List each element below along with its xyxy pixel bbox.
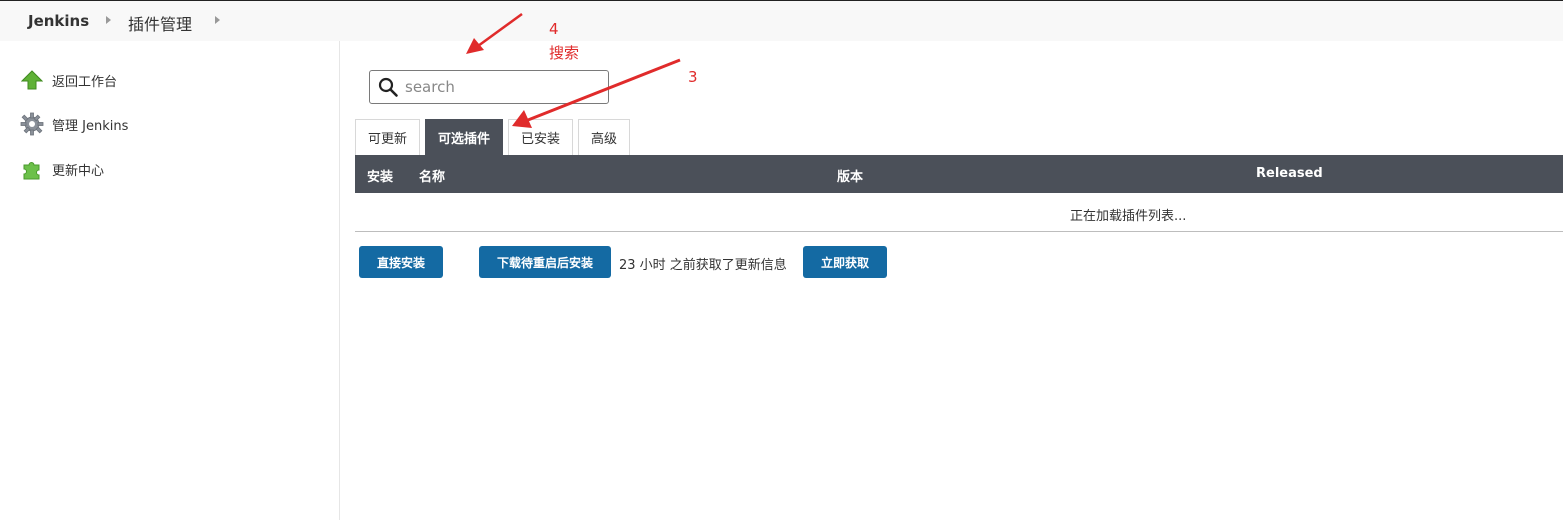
sidebar-item-update-center[interactable]: 更新中心 [20, 156, 104, 182]
breadcrumb-jenkins-link[interactable]: Jenkins [28, 12, 89, 30]
sidebar-item-label: 管理 Jenkins [52, 118, 129, 134]
tab-updates[interactable]: 可更新 [355, 119, 421, 155]
annotation-step-4-number: 4 [549, 20, 559, 38]
plugin-tabs: 可更新 可选插件 已安装 高级 [355, 119, 635, 155]
column-header-name[interactable]: 名称 [419, 166, 445, 185]
annotation-step-3-number: 3 [688, 68, 698, 86]
column-header-install[interactable]: 安装 [367, 166, 393, 185]
puzzle-icon [20, 157, 44, 181]
loading-message: 正在加载插件列表... [1070, 209, 1187, 224]
download-and-install-after-restart-button[interactable]: 下载待重启后安装 [479, 246, 611, 278]
install-now-button[interactable]: 直接安装 [359, 246, 443, 278]
sidebar-item-back-to-dashboard[interactable]: 返回工作台 [20, 67, 117, 93]
sidebar-item-label: 返回工作台 [52, 74, 118, 90]
annotation-step-4-text: 搜索 [549, 44, 580, 62]
up-arrow-icon [20, 68, 44, 92]
plugin-table-header: 安装 名称 版本 Released [355, 155, 1563, 193]
breadcrumb-plugin-manager-link[interactable]: 插件管理 [128, 11, 192, 35]
tab-advanced[interactable]: 高级 [578, 119, 631, 155]
breadcrumb-chevron-right-icon[interactable] [215, 16, 220, 24]
breadcrumb-bar: Jenkins 插件管理 [0, 0, 1563, 41]
gear-icon [20, 112, 44, 136]
tab-installed[interactable]: 已安装 [508, 119, 574, 155]
update-info-text: 23 小时 之前获取了更新信息 [619, 258, 787, 273]
search-icon [378, 77, 398, 97]
sidebar: 返回工作台 管理 Jenkins 更新中心 [0, 41, 340, 520]
column-header-version[interactable]: 版本 [837, 166, 863, 185]
sidebar-item-manage-jenkins[interactable]: 管理 Jenkins [20, 111, 128, 137]
column-header-released[interactable]: Released [1256, 166, 1323, 181]
tab-available-plugins[interactable]: 可选插件 [425, 119, 504, 155]
plugin-table-body: 正在加载插件列表... [355, 193, 1563, 232]
plugin-search-box[interactable] [369, 70, 609, 104]
breadcrumb-chevron-right-icon[interactable] [106, 16, 111, 24]
check-now-button[interactable]: 立即获取 [803, 246, 887, 278]
sidebar-item-label: 更新中心 [52, 163, 105, 179]
search-input[interactable] [405, 78, 595, 96]
